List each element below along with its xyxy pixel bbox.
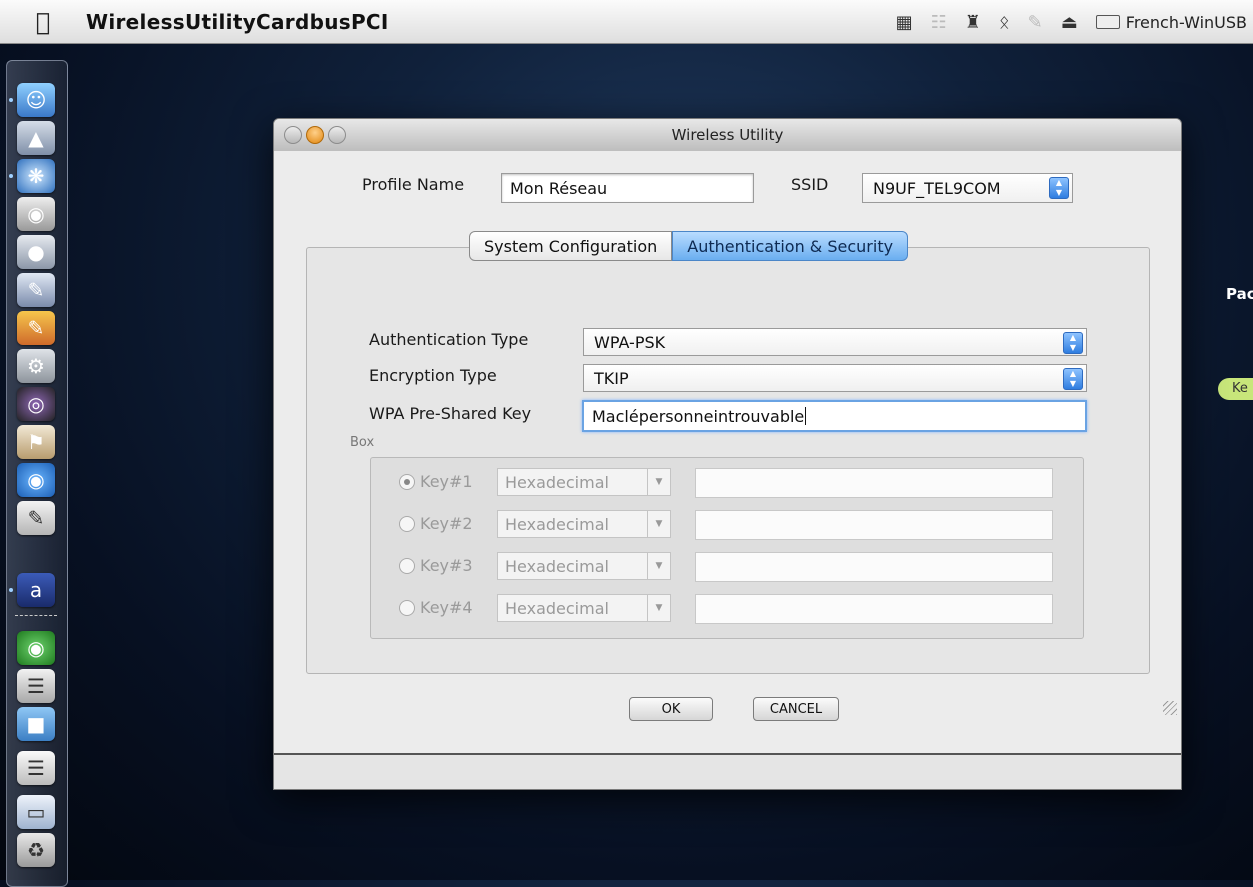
key2-label: Key#2 <box>420 514 473 533</box>
key1-radio[interactable] <box>399 474 415 490</box>
aperture-icon[interactable]: ◎ <box>17 387 55 421</box>
input-menu-label: French-WinUSB <box>1125 12 1247 32</box>
keyboard-icon <box>1095 15 1120 29</box>
ok-button[interactable]: OK <box>629 697 713 721</box>
key3-format-select[interactable]: Hexadecimal ▼ <box>497 552 671 580</box>
key3-radio[interactable] <box>399 558 415 574</box>
pencil-icon[interactable]: ✎ <box>1028 12 1043 33</box>
safari-icon[interactable]: ❋ <box>17 159 55 193</box>
key1-format-value: Hexadecimal <box>505 472 609 492</box>
documents-stack-icon[interactable]: ☰ <box>17 669 55 703</box>
app-menu-title[interactable]: WirelessUtilityCardbusPCI <box>86 10 389 34</box>
running-indicator <box>9 98 13 102</box>
running-indicator <box>9 588 13 592</box>
ssid-select[interactable]: N9UF_TEL9COM ▲ ▼ <box>862 173 1073 203</box>
running-indicator <box>9 174 13 178</box>
disk-utility-icon[interactable]: ⚙ <box>17 349 55 383</box>
profile-name-input[interactable]: Mon Réseau <box>501 173 754 203</box>
key4-format-value: Hexadecimal <box>505 598 609 618</box>
chevron-updown-icon: ▲ ▼ <box>1063 368 1083 390</box>
key1-label: Key#1 <box>420 472 473 491</box>
tab-authentication-security[interactable]: Authentication & Security <box>672 231 909 261</box>
script-editor-icon[interactable]: ⚑ <box>17 425 55 459</box>
bluetooth-icon[interactable]: ᛟ <box>999 12 1010 33</box>
key-row: Key#4 Hexadecimal ▼ <box>395 594 1067 624</box>
trash-icon[interactable]: ♻ <box>17 833 55 867</box>
profile-sheet: Profile Name Mon Réseau SSID N9UF_TEL9CO… <box>274 151 1181 755</box>
background-window-fragment-label: Pac <box>1226 285 1253 303</box>
psk-label: WPA Pre-Shared Key <box>369 404 532 423</box>
key2-radio[interactable] <box>399 516 415 532</box>
network-activity-icon[interactable]: ☷ <box>931 12 947 33</box>
dictionary-icon[interactable]: a <box>17 573 55 607</box>
key-row: Key#3 Hexadecimal ▼ <box>395 552 1067 582</box>
apple-menu-icon[interactable]:  <box>0 8 86 36</box>
finder-icon[interactable]: ☺ <box>17 83 55 117</box>
dock-separator <box>15 615 57 620</box>
key-row: Key#2 Hexadecimal ▼ <box>395 510 1067 540</box>
enc-type-select[interactable]: TKIP ▲ ▼ <box>583 364 1087 392</box>
psk-input[interactable]: Maclépersonneintrouvable <box>582 400 1087 432</box>
psk-value: Maclépersonneintrouvable <box>592 406 805 426</box>
tab-bar: System Configuration Authentication & Se… <box>469 231 909 261</box>
key4-format-select[interactable]: Hexadecimal ▼ <box>497 594 671 622</box>
dock: ☺ ▲ ❋ ◉ ● ✎ ✎ ⚙ ◎ ⚑ ◉ ✎ a ◉ ☰ ■ ☰ ▭ ♻ <box>6 60 68 887</box>
camera-app-icon[interactable]: ● <box>17 235 55 269</box>
key4-label: Key#4 <box>420 598 473 617</box>
menu-bar:  WirelessUtilityCardbusPCI ▦ ☷ ♜ ᛟ ✎ ⏏ … <box>0 0 1253 44</box>
chevron-down-icon: ▼ <box>647 469 670 495</box>
downloads-stack-icon[interactable]: ☰ <box>17 751 55 785</box>
background-window-fragment-pill: Ke <box>1218 378 1253 400</box>
camera-icon[interactable]: ◉ <box>17 463 55 497</box>
text-editor-icon[interactable]: ✎ <box>17 501 55 535</box>
enc-type-label: Encryption Type <box>369 366 497 385</box>
key2-format-value: Hexadecimal <box>505 514 609 534</box>
enc-type-value: TKIP <box>594 368 629 388</box>
chevron-updown-icon: ▲ ▼ <box>1049 177 1069 199</box>
key4-value-input[interactable] <box>695 594 1053 624</box>
folder-icon[interactable]: ■ <box>17 707 55 741</box>
window-title: Wireless Utility <box>671 126 784 144</box>
window-titlebar[interactable]: Wireless Utility <box>274 119 1181 152</box>
notes-app-icon[interactable]: ✎ <box>17 311 55 345</box>
key-row: Key#1 Hexadecimal ▼ <box>395 468 1067 498</box>
auth-type-select[interactable]: WPA-PSK ▲ ▼ <box>583 328 1087 356</box>
eject-icon[interactable]: ⏏ <box>1061 12 1078 33</box>
key3-format-value: Hexadecimal <box>505 556 609 576</box>
text-caret <box>805 407 807 425</box>
wep-keys-box: Key#1 Hexadecimal ▼ Key#2 Hexadecimal ▼ Ke… <box>370 457 1084 639</box>
chevron-updown-icon: ▲ ▼ <box>1063 332 1083 354</box>
chevron-down-icon: ▼ <box>647 595 670 621</box>
wireless-utility-window: Wireless Utility Profile Name Mon Réseau… <box>273 118 1182 790</box>
input-menu[interactable]: French-WinUSB <box>1095 12 1247 32</box>
menu-extras: ▦ ☷ ♜ ᛟ ✎ ⏏ French-WinUSB <box>896 0 1253 44</box>
auth-type-label: Authentication Type <box>369 330 529 349</box>
key1-value-input[interactable] <box>695 468 1053 498</box>
chevron-down-icon: ▼ <box>647 511 670 537</box>
profile-name-label: Profile Name <box>362 175 465 194</box>
image-capture-icon[interactable]: ▦ <box>896 12 913 33</box>
tab-system-configuration[interactable]: System Configuration <box>469 231 673 261</box>
key1-format-select[interactable]: Hexadecimal ▼ <box>497 468 671 496</box>
key4-radio[interactable] <box>399 600 415 616</box>
binoculars-icon[interactable]: ♜ <box>965 12 981 33</box>
pen-tool-icon[interactable]: ✎ <box>17 273 55 307</box>
profile-name-value: Mon Réseau <box>510 178 608 198</box>
key2-format-select[interactable]: Hexadecimal ▼ <box>497 510 671 538</box>
network-globe-icon[interactable]: ◉ <box>17 631 55 665</box>
key2-value-input[interactable] <box>695 510 1053 540</box>
preview-icon[interactable]: ▲ <box>17 121 55 155</box>
auth-type-value: WPA-PSK <box>594 332 666 352</box>
cancel-button[interactable]: CANCEL <box>753 697 839 721</box>
chevron-down-icon: ▼ <box>647 553 670 579</box>
key3-value-input[interactable] <box>695 552 1053 582</box>
key3-label: Key#3 <box>420 556 473 575</box>
resize-grip-icon[interactable] <box>1163 701 1177 715</box>
box-label: Box <box>350 435 375 450</box>
screenshot-stack-icon[interactable]: ▭ <box>17 795 55 829</box>
ssid-value: N9UF_TEL9COM <box>873 178 1001 198</box>
webcam-icon[interactable]: ◉ <box>17 197 55 231</box>
ssid-label: SSID <box>791 175 829 194</box>
